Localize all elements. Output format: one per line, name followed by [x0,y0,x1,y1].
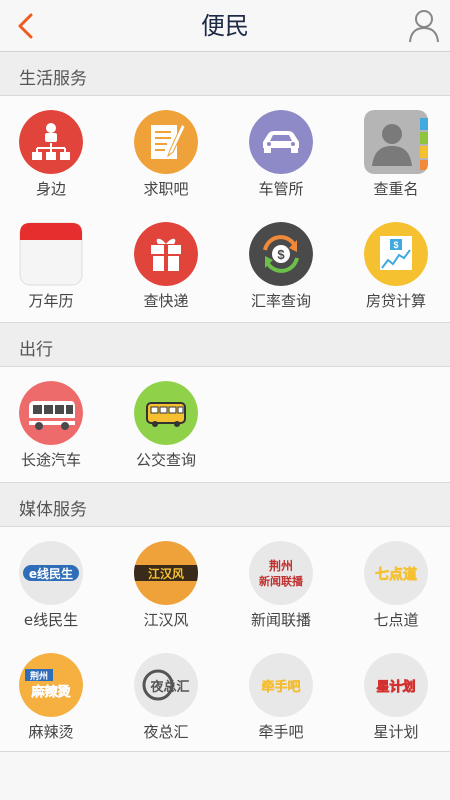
media-label: 夜总汇 [143,723,189,741]
service-label: 汇率查询 [250,292,311,310]
service-label: 查快递 [143,292,189,310]
loan-chart-icon: $ [364,222,428,286]
media-item-yezonghui[interactable]: 夜总汇 夜总汇 [115,639,227,751]
logo-text: 夜总汇 [149,679,189,695]
section-title: 媒体服务 [19,500,87,520]
media-label: 麻辣烫 [28,723,74,741]
svg-text:$: $ [277,247,285,262]
service-label: 查重名 [373,180,419,198]
media-label: 江汉风 [143,611,189,629]
exchange-icon: $ [249,222,313,286]
logo-text: 麻辣烫 [30,684,71,700]
logo-text: 星计划 [376,679,415,695]
service-item-chakuaidi[interactable]: 查快递 [115,208,227,320]
section-title: 生活服务 [19,69,87,89]
media-item-malatang[interactable]: 荆州 麻辣烫 麻辣烫 [0,639,112,751]
qianshouba-logo: 牵手吧 [249,653,313,717]
xingjihua-logo: 星计划 [364,653,428,717]
service-item-gongjiaochaxun[interactable]: 公交查询 [115,367,227,479]
news-logo: 荆州 新闻联播 [249,541,313,605]
logo-text: e线民生 [29,566,73,581]
service-label: 长途汽车 [20,451,81,469]
service-label: 车管所 [258,180,304,198]
page-title: 便民 [201,12,249,40]
logo-text: 江汉风 [148,566,184,581]
section-media: e线民生 e线民生 江汉风 江汉风 荆州 新闻联播 新闻联播 七点道 七点道 荆… [0,527,450,752]
media-item-jianghanfeng[interactable]: 江汉风 江汉风 [115,527,227,639]
contacts-icon [364,110,428,174]
org-chart-icon [19,110,83,174]
logo-text: 牵手吧 [261,679,300,695]
coach-icon [19,381,83,445]
jianghanfeng-logo: 江汉风 [134,541,198,605]
e-xian-minsheng-logo: e线民生 [19,541,83,605]
service-item-cheguansuo[interactable]: 车管所 [230,96,342,208]
car-icon [249,110,313,174]
media-item-qianshouba[interactable]: 牵手吧 牵手吧 [230,639,342,751]
service-label: 身边 [35,180,66,198]
section-life-services: 身边 求职吧 车管所 查重名 万年历 查快递 $ 汇率查询 $ 房贷计算 [0,96,450,323]
calendar-icon [19,222,83,286]
media-label: e线民生 [23,611,79,629]
service-label: 房贷计算 [365,292,426,310]
section-title: 出行 [19,340,53,360]
service-item-shenbian[interactable]: 身边 [0,96,112,208]
service-label: 万年历 [28,292,74,310]
service-item-changtuqiche[interactable]: 长途汽车 [0,367,112,479]
logo-text: 新闻联播 [259,574,304,588]
service-item-fangdaijisuan[interactable]: $ 房贷计算 [345,208,450,320]
service-item-huilvchaxun[interactable]: $ 汇率查询 [230,208,342,320]
service-item-chachongming[interactable]: 查重名 [345,96,450,208]
media-label: 新闻联播 [250,611,311,629]
logo-text: 荆州 [30,670,48,682]
media-item-xingjihua[interactable]: 星计划 星计划 [345,639,450,751]
service-label: 公交查询 [135,451,196,469]
svg-text:$: $ [393,240,398,250]
bus-icon [134,381,198,445]
logo-text: 荆州 [269,558,293,573]
user-icon [409,10,439,43]
service-item-wannianli[interactable]: 万年历 [0,208,112,320]
section-header-life-services: 生活服务 [0,52,450,96]
bottom-area [0,752,450,800]
service-item-qiuzhiba[interactable]: 求职吧 [115,96,227,208]
qidiandao-logo: 七点道 [364,541,428,605]
section-header-media: 媒体服务 [0,483,450,527]
media-label: 牵手吧 [258,723,304,741]
gift-icon [134,222,198,286]
malatang-logo: 荆州 麻辣烫 [19,653,83,717]
section-header-travel: 出行 [0,323,450,367]
top-bar: 便民 [0,0,450,52]
user-profile-button[interactable] [408,9,440,43]
media-label: 星计划 [373,723,419,741]
media-item-exianminsheng[interactable]: e线民生 e线民生 [0,527,112,639]
service-label: 求职吧 [143,180,189,198]
media-item-xinwenlianbo[interactable]: 荆州 新闻联播 新闻联播 [230,527,342,639]
section-travel: 长途汽车 公交查询 [0,367,450,483]
media-item-qidiandao[interactable]: 七点道 七点道 [345,527,450,639]
yezonghui-logo: 夜总汇 [134,653,198,717]
resume-icon [134,110,198,174]
media-label: 七点道 [373,611,419,629]
logo-text: 七点道 [375,566,417,583]
